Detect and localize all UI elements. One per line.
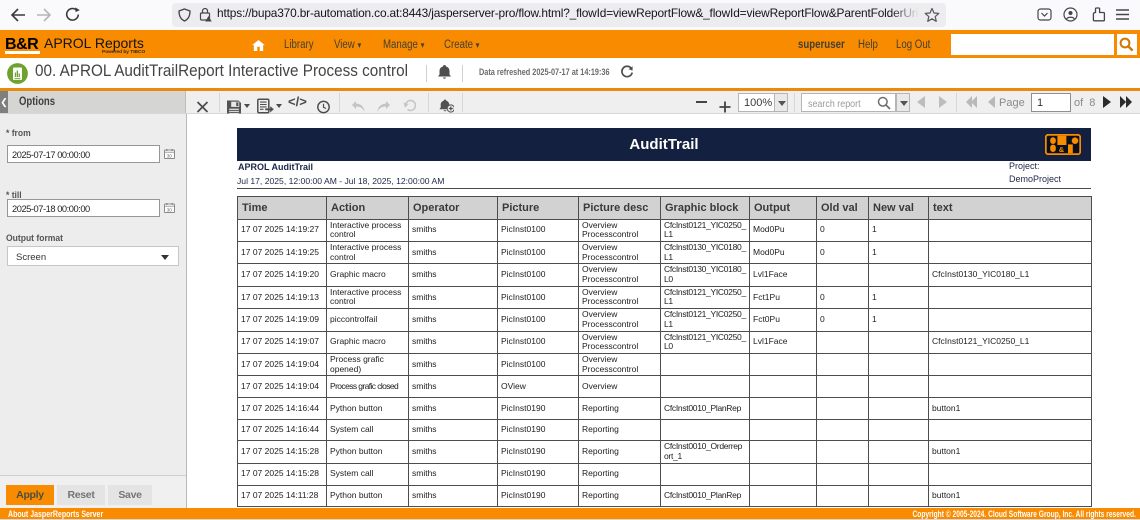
svg-text:30: 30 xyxy=(167,153,173,158)
svg-text:30: 30 xyxy=(167,207,173,212)
svg-text:&: & xyxy=(1059,145,1065,154)
